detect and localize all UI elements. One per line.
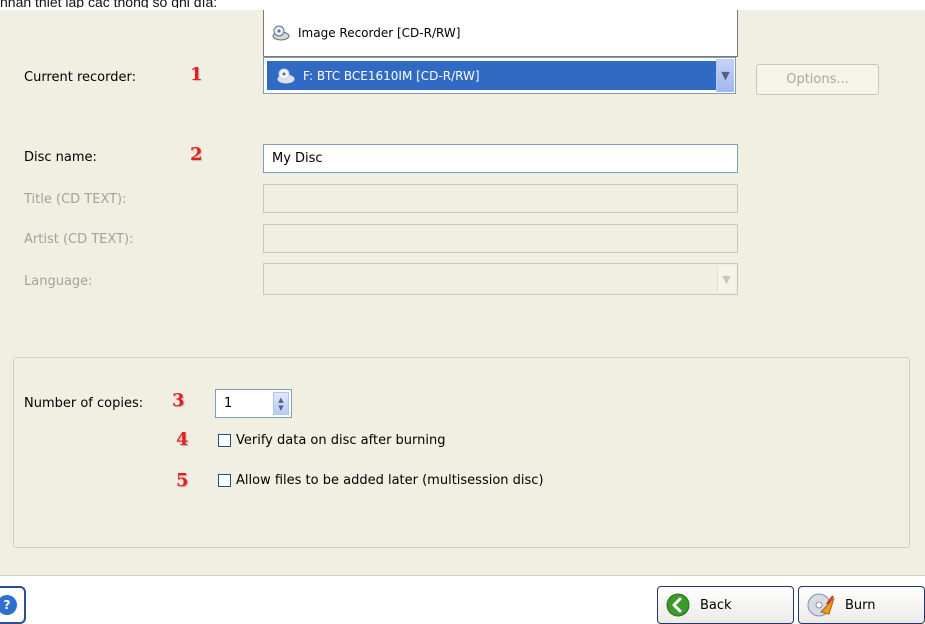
instruction-caption: nhận thiết lập các thông số ghi đĩa: [0,0,218,8]
chevron-down-icon[interactable]: ▼ [716,59,734,92]
disc-name-label: Disc name: [24,150,97,165]
disc-name-input[interactable]: My Disc [263,144,738,173]
current-recorder-label: Current recorder: [24,70,136,85]
copies-options-group [13,357,910,548]
stepper-arrows-icon[interactable]: ▲ ▼ [273,392,289,415]
options-button[interactable]: Options... [756,64,879,95]
copies-value: 1 [224,396,233,411]
recorder-selected: F: BTC BCE1610IM [CD-R/RW] [267,61,717,90]
language-select[interactable]: ▼ [263,263,738,295]
artist-cd-text-label: Artist (CD TEXT): [24,232,134,247]
disc-drive-icon [272,25,290,41]
chevron-down-icon[interactable]: ▼ [717,266,735,292]
verify-data-option[interactable]: Verify data on disc after burning [218,433,446,448]
recorder-option-label: Image Recorder [CD-R/RW] [298,26,461,40]
number-of-copies-label: Number of copies: [24,396,144,411]
marker-4: 4 [176,429,189,450]
burn-button[interactable]: Burn [798,586,925,624]
help-icon: ? [0,594,18,616]
marker-3: 3 [172,390,185,411]
title-cd-text-label: Title (CD TEXT): [24,192,127,207]
title-cd-text-input[interactable] [263,184,738,213]
verify-data-checkbox[interactable] [218,434,231,447]
marker-2: 2 [190,144,203,165]
recorder-select[interactable]: F: BTC BCE1610IM [CD-R/RW] ▼ [263,57,736,94]
burn-button-label: Burn [845,597,876,613]
verify-data-label: Verify data on disc after burning [236,433,446,448]
stepper-up-icon[interactable]: ▲ [278,396,283,404]
marker-1: 1 [190,64,203,85]
stepper-down-icon[interactable]: ▼ [278,404,283,412]
copies-stepper[interactable]: 1 ▲ ▼ [215,389,292,418]
disc-drive-icon [277,68,295,84]
back-button-label: Back [700,597,732,613]
help-button[interactable]: ? [0,586,26,624]
recorder-dropdown-list: Image Recorder [CD-R/RW] [263,10,738,57]
multisession-checkbox[interactable] [218,474,231,487]
multisession-label: Allow files to be added later (multisess… [236,473,544,488]
svg-text:?: ? [4,598,11,612]
recorder-selected-label: F: BTC BCE1610IM [CD-R/RW] [303,68,480,83]
back-button[interactable]: Back [657,586,794,624]
burn-disc-icon [807,592,835,618]
back-arrow-icon [666,593,690,617]
marker-5: 5 [176,470,189,491]
multisession-option[interactable]: Allow files to be added later (multisess… [218,473,544,488]
language-label: Language: [24,274,93,289]
recorder-option-image-recorder[interactable]: Image Recorder [CD-R/RW] [272,24,460,42]
artist-cd-text-input[interactable] [263,224,738,253]
